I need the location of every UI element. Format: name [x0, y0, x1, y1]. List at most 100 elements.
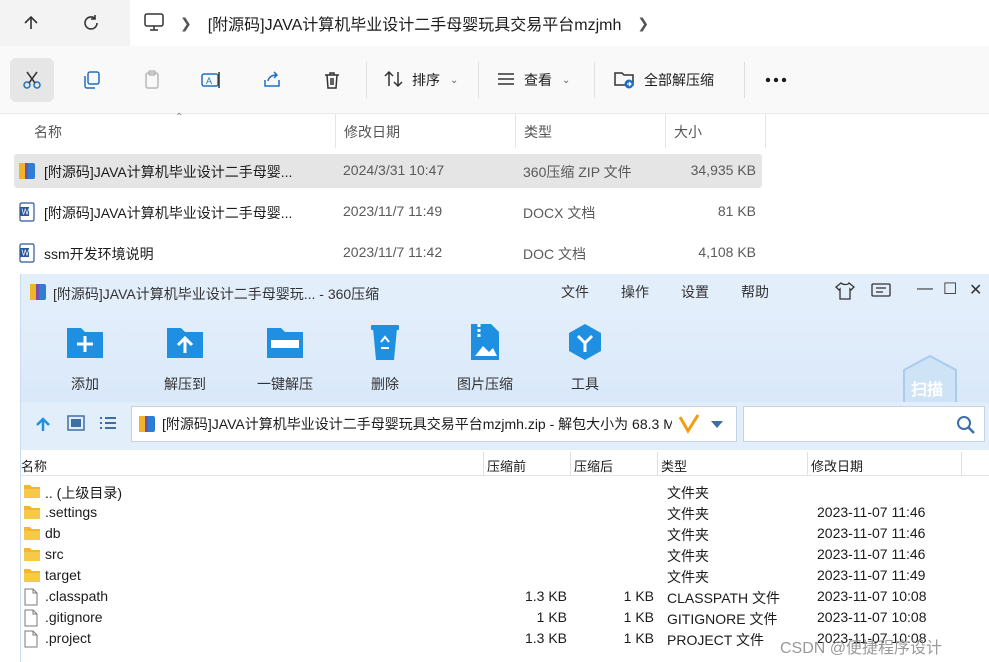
divider [366, 62, 367, 98]
chevron-right-icon[interactable]: ❯ [172, 15, 200, 32]
up-arrow-icon[interactable] [16, 8, 46, 38]
file-size: 4,108 KB [698, 244, 756, 260]
rename-icon[interactable]: A [190, 58, 234, 102]
delete-button[interactable]: 删除 [345, 320, 425, 400]
minimize-icon[interactable]: — [917, 280, 933, 298]
file-row[interactable]: [附源码]JAVA计算机毕业设计二手母婴... 2024/3/31 10:47 … [14, 154, 762, 188]
maximize-icon[interactable]: ☐ [943, 279, 957, 299]
column-header-type[interactable]: 类型 [661, 456, 687, 475]
file-type: DOCX 文档 [523, 205, 596, 221]
zip-window-title: [附源码]JAVA计算机毕业设计二手母婴玩... - 360压缩 [53, 286, 380, 302]
command-bar: A 排序 ⌄ 查看 ⌄ 全部解压缩 [0, 46, 989, 114]
more-options-icon[interactable] [754, 58, 798, 102]
zip-list-row[interactable]: target 文件夹 2023-11-07 11:49 [21, 565, 989, 586]
zip-list-row[interactable]: .settings 文件夹 2023-11-07 11:46 [21, 502, 989, 523]
menu-settings[interactable]: 设置 [681, 282, 709, 302]
search-input[interactable] [743, 406, 985, 442]
column-divider[interactable] [665, 114, 666, 148]
zip-item-size-after: 1 KB [623, 609, 654, 625]
breadcrumb[interactable]: ❯ [附源码]JAVA计算机毕业设计二手母婴玩具交易平台mzjmh ❯ [130, 0, 989, 46]
add-button[interactable]: 添加 [45, 320, 125, 400]
folder-icon [23, 567, 41, 583]
zip-item-date: 2023-11-07 11:46 [817, 525, 926, 541]
extract-folder-icon [165, 322, 205, 362]
file-date: 2023/11/7 11:42 [343, 244, 443, 260]
menu-file[interactable]: 文件 [561, 282, 589, 302]
column-header-size[interactable]: 大小 [674, 122, 702, 142]
zip-list-row[interactable]: .classpath 1.3 KB 1 KB CLASSPATH 文件 2023-11-… [21, 586, 989, 607]
file-row[interactable]: W ssm开发环境说明 2023/11/7 11:42 DOC 文档 4,108… [14, 236, 762, 270]
zip-toolbar: 添加 解压到 一键解压 删除 图片压缩 工具 扫描 [21, 310, 989, 418]
zip-window: [附源码]JAVA计算机毕业设计二手母婴玩... - 360压缩 文件 操作 设… [20, 274, 989, 662]
one-click-extract-button[interactable]: 一键解压 [245, 320, 325, 400]
file-type: DOC 文档 [523, 246, 586, 262]
column-header-name[interactable]: 名称 [21, 456, 47, 475]
column-header-date[interactable]: 修改日期 [811, 456, 863, 475]
dropdown-arrow-icon[interactable] [710, 417, 724, 433]
extract-all-button[interactable]: 全部解压缩 [614, 58, 714, 102]
skin-shirt-icon[interactable] [835, 281, 855, 305]
column-divider[interactable] [807, 452, 808, 476]
breadcrumb-folder[interactable]: [附源码]JAVA计算机毕业设计二手母婴玩具交易平台mzjmh [200, 11, 630, 35]
thumbnail-view-icon[interactable] [67, 415, 85, 434]
path-field[interactable]: [附源码]JAVA计算机毕业设计二手母婴玩具交易平台mzjmh.zip - 解包… [131, 406, 737, 442]
menu-help[interactable]: 帮助 [741, 282, 769, 302]
column-header-before[interactable]: 压缩前 [487, 456, 526, 475]
refresh-icon[interactable] [76, 8, 106, 38]
column-header-date[interactable]: 修改日期 [344, 122, 400, 142]
file-row[interactable]: W [附源码]JAVA计算机毕业设计二手母婴... 2023/11/7 11:4… [14, 195, 762, 229]
file-icon [23, 588, 41, 606]
column-divider[interactable] [515, 114, 516, 148]
word-doc-icon: W [18, 202, 36, 222]
file-date: 2024/3/31 10:47 [343, 162, 445, 178]
column-divider[interactable] [335, 114, 336, 148]
folder-icon [23, 525, 41, 541]
delete-label: 删除 [371, 376, 399, 392]
zip-list-row[interactable]: src 文件夹 2023-11-07 11:46 [21, 544, 989, 565]
zip-item-date: 2023-11-07 11:46 [817, 504, 926, 520]
zip-list-row[interactable]: .. (上级目录) 文件夹 [21, 481, 989, 502]
file-icon [23, 630, 41, 648]
up-arrow-icon[interactable] [35, 416, 51, 435]
chevron-down-icon: ⌄ [562, 74, 571, 86]
column-header-after[interactable]: 压缩后 [574, 456, 613, 475]
view-button[interactable]: 查看 ⌄ [496, 58, 570, 102]
cut-icon[interactable] [10, 58, 54, 102]
copy-icon[interactable] [70, 58, 114, 102]
recycle-bin-icon [365, 322, 405, 362]
svg-text:W: W [22, 208, 30, 217]
checkmark-badge-icon [678, 413, 700, 438]
zip-item-type: 文件夹 [667, 485, 709, 501]
column-divider[interactable] [483, 452, 484, 476]
menu-operate[interactable]: 操作 [621, 282, 649, 302]
search-icon[interactable] [956, 415, 976, 438]
zip-list-row[interactable]: .gitignore 1 KB 1 KB GITIGNORE 文件 2023-11-07… [21, 607, 989, 628]
column-divider[interactable] [570, 452, 571, 476]
sort-button[interactable]: 排序 ⌄ [384, 58, 458, 102]
paste-icon[interactable] [130, 58, 174, 102]
zip-item-type: 文件夹 [667, 506, 709, 522]
zip-item-name: .settings [45, 504, 98, 520]
list-view-icon[interactable] [99, 416, 117, 433]
extract-all-label: 全部解压缩 [644, 72, 714, 88]
column-divider[interactable] [765, 114, 766, 148]
share-icon[interactable] [250, 58, 294, 102]
divider [594, 62, 595, 98]
close-icon[interactable]: ✕ [969, 280, 982, 300]
column-header-type[interactable]: 类型 [524, 122, 552, 142]
zip-item-type: 文件夹 [667, 569, 709, 585]
zip-list-row[interactable]: db 文件夹 2023-11-07 11:46 [21, 523, 989, 544]
zip-item-type: PROJECT 文件 [667, 632, 764, 648]
path-text: [附源码]JAVA计算机毕业设计二手母婴玩具交易平台mzjmh.zip - 解包… [162, 416, 672, 432]
column-divider[interactable] [961, 452, 962, 476]
chevron-right-icon[interactable]: ❯ [629, 15, 657, 32]
column-header-name[interactable]: 名称 [34, 122, 62, 142]
delete-icon[interactable] [310, 58, 354, 102]
zip-archive-icon [29, 283, 47, 304]
image-compress-button[interactable]: 图片压缩 [445, 320, 525, 400]
tools-label: 工具 [571, 376, 599, 392]
tools-button[interactable]: 工具 [545, 320, 625, 400]
feedback-icon[interactable] [871, 282, 891, 305]
extract-to-button[interactable]: 解压到 [145, 320, 225, 400]
column-divider[interactable] [657, 452, 658, 476]
